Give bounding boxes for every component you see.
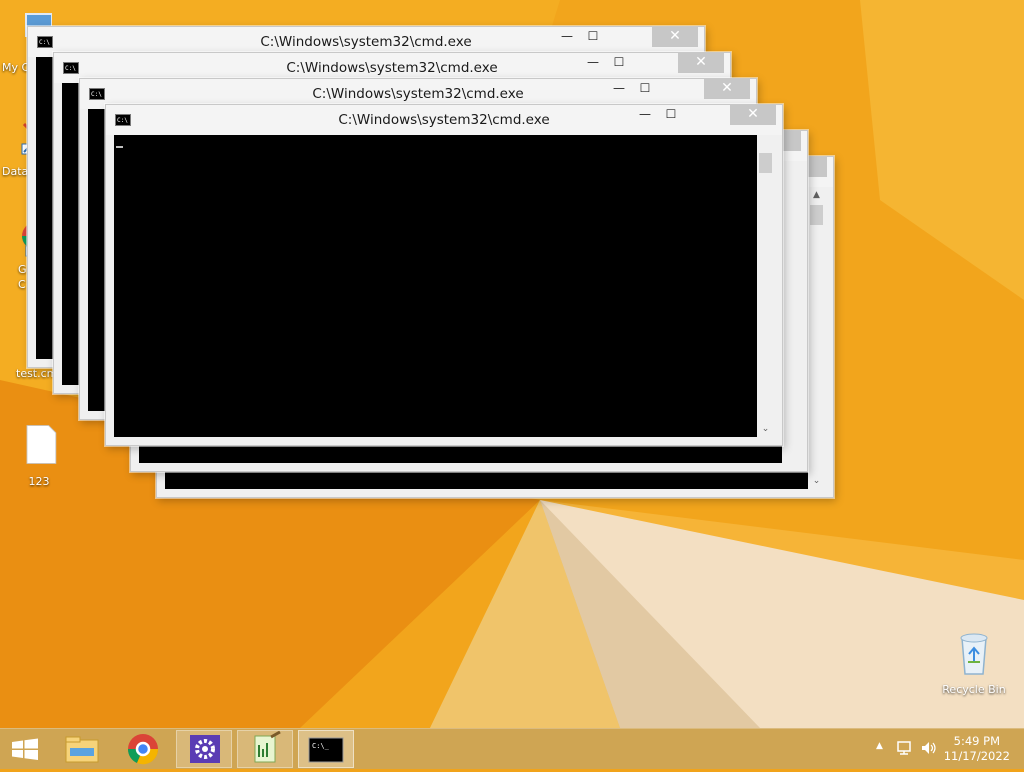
minimize-button[interactable]: — (580, 53, 606, 73)
desktop: My C Data G C test.cm 123 Recycle Bin ▲ … (0, 0, 1024, 728)
show-hidden-icons-icon[interactable]: ▲ (876, 741, 883, 751)
desktop-icon-recycle-bin[interactable]: Recycle Bin (938, 628, 1010, 696)
clock-time: 5:49 PM (953, 734, 1001, 748)
close-button[interactable]: ✕ (678, 53, 724, 73)
close-button[interactable]: ✕ (730, 105, 776, 125)
scroll-down-arrow-icon[interactable]: ⌄ (808, 473, 825, 489)
system-tray: ▲ (870, 729, 940, 769)
file-explorer-icon (65, 736, 99, 763)
chrome-icon (127, 734, 159, 765)
taskbar-chrome[interactable] (115, 730, 171, 768)
console-area[interactable] (114, 135, 757, 437)
maximize-button[interactable]: ☐ (580, 27, 606, 47)
settings-icon (190, 735, 220, 763)
svg-text:C:\_: C:\_ (312, 742, 330, 750)
cmd-window-active[interactable]: C:\ C:\Windows\system32\cmd.exe — ☐ ✕ ⌄ (105, 104, 783, 446)
volume-icon[interactable] (920, 740, 938, 756)
clock-date: 11/17/2022 (943, 749, 1010, 763)
title-bar[interactable]: C:\ C:\Windows\system32\cmd.exe — ☐ ✕ (106, 105, 782, 135)
minimize-button[interactable]: — (632, 105, 658, 125)
start-button[interactable] (0, 730, 50, 768)
notepad-plus-icon (254, 730, 281, 763)
maximize-button[interactable]: ☐ (658, 105, 684, 125)
close-button[interactable]: ✕ (704, 79, 750, 99)
desktop-icon-label: Recycle Bin (942, 683, 1006, 696)
taskbar: C:\_ ▲ 5:49 PM 11/17/2022 (0, 728, 1024, 769)
command-prompt-icon: C:\_ (308, 737, 344, 763)
minimize-button[interactable]: — (606, 79, 632, 99)
vertical-scrollbar[interactable]: ▲ ⌄ (808, 187, 825, 489)
recycle-bin-icon (960, 633, 988, 675)
maximize-button[interactable]: ☐ (606, 53, 632, 73)
taskbar-command-prompt[interactable]: C:\_ (298, 730, 354, 768)
scrollbar-thumb[interactable] (810, 205, 823, 225)
vertical-scrollbar[interactable] (782, 161, 799, 463)
minimize-button[interactable]: — (554, 27, 580, 47)
taskbar-file-explorer[interactable] (54, 730, 110, 768)
scroll-up-arrow-icon[interactable]: ▲ (808, 187, 825, 203)
scroll-up-arrow-icon[interactable] (757, 135, 774, 151)
taskbar-notepad-plus[interactable] (237, 730, 293, 768)
taskbar-settings[interactable] (176, 730, 232, 768)
clock[interactable]: 5:49 PM 11/17/2022 (944, 734, 1010, 764)
maximize-button[interactable]: ☐ (632, 79, 658, 99)
scrollbar-thumb[interactable] (759, 153, 772, 173)
scroll-down-arrow-icon[interactable]: ⌄ (757, 421, 774, 437)
start-icon (12, 738, 38, 760)
desktop-icon-label: 123 (28, 475, 50, 488)
network-icon[interactable] (896, 740, 914, 756)
close-button[interactable]: ✕ (652, 27, 698, 47)
text-cursor (116, 146, 123, 148)
vertical-scrollbar[interactable]: ⌄ (757, 135, 774, 437)
blank-file-icon (26, 425, 57, 464)
desktop-icon-123[interactable]: 123 (3, 424, 75, 488)
